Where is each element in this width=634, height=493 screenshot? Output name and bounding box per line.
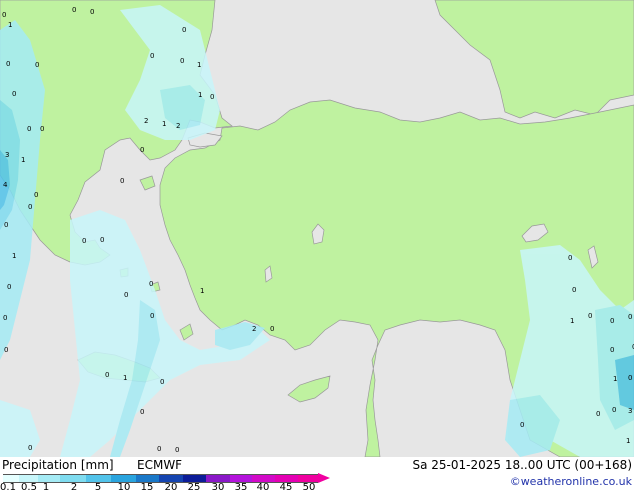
map-value-label: 0 xyxy=(34,191,38,199)
map-value-label: 0 xyxy=(157,445,161,453)
map-value-label: 3 xyxy=(628,407,632,415)
map-value-label: 1 xyxy=(200,287,204,295)
valid-time: Sa 25-01-2025 18..00 UTC (00+168) xyxy=(412,458,632,472)
map-value-label: 0 xyxy=(28,444,32,452)
colorbar-tick-label: 25 xyxy=(187,482,201,493)
legend-footer: Precipitation [mm] ECMWF Sa 25-01-2025 1… xyxy=(0,457,634,493)
colorbar-tick-label: 20 xyxy=(164,482,178,493)
colorbar-tick-label: 30 xyxy=(211,482,225,493)
colorbar-tick-label: 2 xyxy=(70,482,78,493)
map-value-label: 0 xyxy=(596,410,600,418)
map-value-label: 0 xyxy=(124,291,128,299)
map-value-label: 1 xyxy=(162,120,166,128)
map-value-label: 0 xyxy=(270,325,274,333)
map-value-label: 4 xyxy=(3,181,8,189)
map-value-label: 1 xyxy=(123,374,127,382)
colorbar-tick-label: 1 xyxy=(42,482,50,493)
precipitation-map: 0 0100010001 02 1 20314000010000 000011002 000… xyxy=(0,0,634,457)
map-value-label: 0 xyxy=(140,146,144,154)
map-value-label: 0 xyxy=(3,314,7,322)
map-value-label: 0 xyxy=(7,283,11,291)
map-value-label: 0 xyxy=(40,125,44,133)
map-value-label: 0 xyxy=(182,26,186,34)
map-value-label: 0 xyxy=(120,177,124,185)
model-label: ECMWF xyxy=(137,458,183,472)
map-value-label: 1 xyxy=(12,252,16,260)
map-value-label: 2 xyxy=(176,122,180,130)
map-value-label: 0 xyxy=(28,203,32,211)
map-value-label: 3 xyxy=(5,151,9,159)
map-value-label: 0 xyxy=(572,286,576,294)
colorbar-tick-label: 0.1 xyxy=(0,482,16,493)
colorbar-tick-label: 0.5 xyxy=(21,482,37,493)
map-value-label: 1 xyxy=(198,91,202,99)
map-value-label: 0 xyxy=(520,421,524,429)
map-value-label: 1 xyxy=(21,156,25,164)
colorbar-tick-label: 50 xyxy=(302,482,316,493)
weather-map-frame: 0010001000102120314000010000000011002000… xyxy=(0,0,634,493)
map-value-label: 0 xyxy=(150,52,154,60)
map-value-label: 0 xyxy=(610,317,614,325)
map-value-label: 0 xyxy=(12,90,16,98)
map-value-label: 0 xyxy=(100,236,104,244)
map-value-label: 2 xyxy=(144,117,148,125)
colorbar-arrow xyxy=(318,473,330,483)
map-value-label: 0 xyxy=(27,125,31,133)
colorbar-tick-label: 45 xyxy=(279,482,293,493)
map-value-label: 0 xyxy=(6,60,10,68)
map-value-label: 1 xyxy=(197,61,201,69)
map-value-label: 0 xyxy=(210,93,214,101)
map-value-label: 0 xyxy=(4,346,8,354)
map-value-label: 1 xyxy=(626,437,630,445)
credit-label: ©weatheronline.co.uk xyxy=(509,475,632,488)
map-value-label: 0 xyxy=(90,8,94,16)
map-value-label: 0 xyxy=(35,61,39,69)
map-value-label: 0 xyxy=(140,408,144,416)
title-label: Precipitation [mm] xyxy=(2,458,114,472)
map-value-label: 0 xyxy=(72,6,76,14)
colorbar-tick-label: 15 xyxy=(140,482,154,493)
map-value-label: 0 xyxy=(2,11,6,19)
map-value-label: 0 xyxy=(588,312,592,320)
map-value-label: 0 xyxy=(149,280,153,288)
map-value-label: 0 xyxy=(150,312,154,320)
map-value-label: 0 xyxy=(610,346,614,354)
map-value-label: 0 xyxy=(612,406,616,414)
map-value-label: 0 xyxy=(628,313,632,321)
colorbar-tick-label: 5 xyxy=(94,482,102,493)
map-value-label: 0 xyxy=(180,57,184,65)
map-value-label: 1 xyxy=(613,375,617,383)
map-value-label: 0 xyxy=(175,446,179,454)
colorbar-tick-label: 10 xyxy=(117,482,131,493)
map-value-label: 0 xyxy=(82,237,86,245)
map-value-label: 2 xyxy=(252,325,256,333)
map-value-label: 1 xyxy=(8,21,12,29)
map-value-label: 0 xyxy=(628,374,632,382)
colorbar-tick-label: 35 xyxy=(234,482,248,493)
map-value-label: 0 xyxy=(105,371,109,379)
map-value-label: 0 xyxy=(4,221,8,229)
map-value-label: 1 xyxy=(570,317,574,325)
colorbar-tick-label: 40 xyxy=(256,482,270,493)
map-value-label: 0 xyxy=(568,254,572,262)
map-value-label: 0 xyxy=(160,378,164,386)
